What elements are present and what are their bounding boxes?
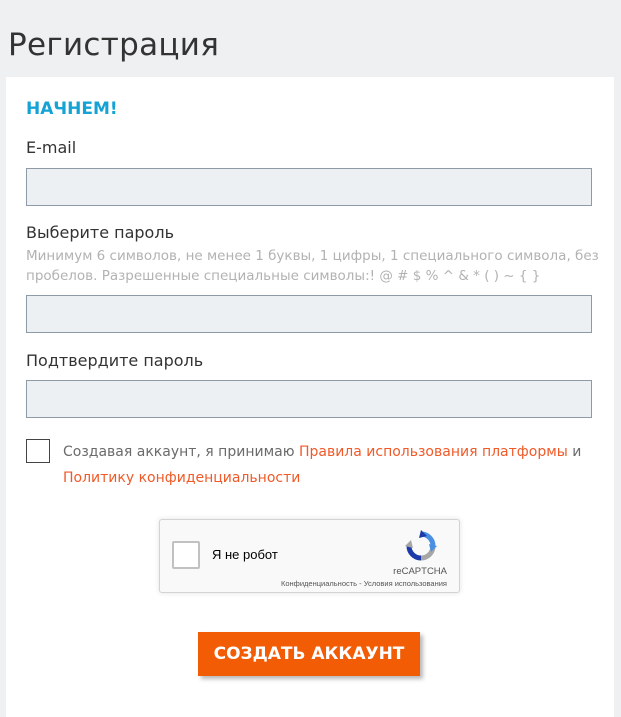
confirm-password-input[interactable] xyxy=(26,380,592,418)
registration-card: НАЧНЕМ! E-mail Выберите пароль Минимум 6… xyxy=(6,77,614,717)
section-title: НАЧНЕМ! xyxy=(26,99,118,119)
terms-checkbox[interactable] xyxy=(26,439,50,463)
confirm-password-label: Подтвердите пароль xyxy=(26,351,204,370)
email-label: E-mail xyxy=(26,138,77,157)
password-label: Выберите пароль xyxy=(26,223,174,242)
recaptcha-brand: reCAPTCHA xyxy=(393,566,447,577)
terms-prefix: Создавая аккаунт, я принимаю xyxy=(63,444,299,460)
privacy-policy-link[interactable]: Политику конфиденциальности xyxy=(63,470,300,486)
platform-rules-link[interactable]: Правила использования платформы xyxy=(299,444,568,460)
page-title: Регистрация xyxy=(8,26,220,63)
password-input[interactable] xyxy=(26,295,592,333)
terms-text: Создавая аккаунт, я принимаю Правила исп… xyxy=(63,439,603,491)
recaptcha-logo-icon xyxy=(405,530,437,561)
password-hint: Минимум 6 символов, не менее 1 буквы, 1 … xyxy=(26,248,599,284)
recaptcha-terms-link[interactable]: Условия использования xyxy=(364,579,447,588)
recaptcha-separator: - xyxy=(357,579,364,588)
recaptcha-label: Я не робот xyxy=(212,547,278,562)
recaptcha-privacy-link[interactable]: Конфиденциальность xyxy=(281,579,357,588)
recaptcha-widget: Я не робот reCAPTCHA Конфиденциальность … xyxy=(159,519,460,593)
create-account-button[interactable]: СОЗДАТЬ АККАУНТ xyxy=(198,632,420,676)
terms-middle: и xyxy=(567,444,582,460)
recaptcha-links: Конфиденциальность - Условия использован… xyxy=(281,579,447,588)
email-input[interactable] xyxy=(26,168,592,206)
recaptcha-checkbox[interactable] xyxy=(172,541,200,569)
